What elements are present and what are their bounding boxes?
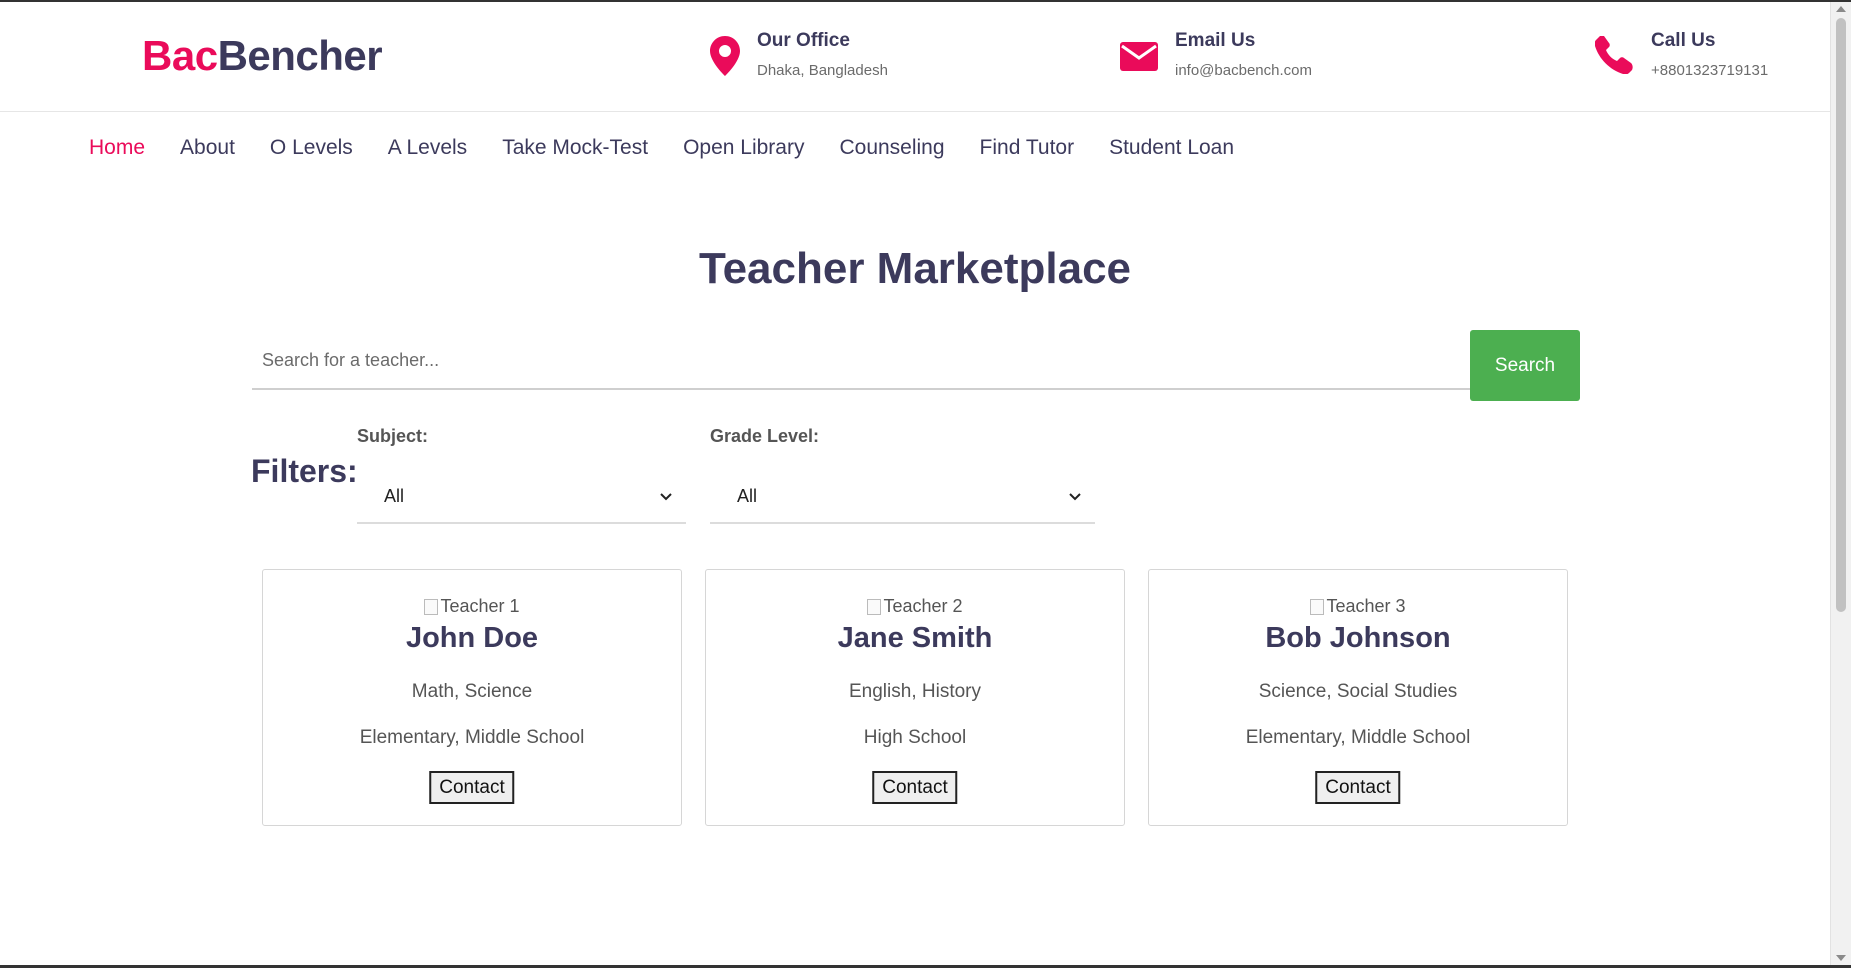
teacher-photo-alt: Teacher 2 — [883, 596, 963, 616]
email-value[interactable]: info@bacbench.com — [1175, 62, 1312, 79]
teacher-grades: Elementary, Middle School — [359, 727, 585, 748]
teacher-photo-alt: Teacher 1 — [440, 596, 520, 616]
page-title: Teacher Marketplace — [698, 244, 1132, 293]
broken-image-icon — [1310, 598, 1325, 615]
scroll-down-arrow-icon[interactable] — [1836, 955, 1846, 961]
subject-filter-label: Subject: — [357, 426, 429, 446]
nav-item-o-levels[interactable]: O Levels — [270, 136, 353, 160]
contact-button[interactable]: Contact — [1315, 771, 1401, 804]
teacher-card: Teacher 1 John Doe Math, Science Element… — [262, 569, 682, 826]
teacher-photo: Teacher 3 — [1149, 596, 1567, 617]
chevron-down-icon — [1069, 488, 1081, 506]
search-input[interactable] — [252, 332, 1470, 390]
scroll-up-arrow-icon[interactable] — [1836, 6, 1846, 12]
teacher-grades: High School — [863, 727, 967, 748]
subject-select-value: All — [384, 486, 405, 506]
envelope-icon — [1120, 42, 1158, 76]
search-button[interactable]: Search — [1470, 330, 1580, 401]
teacher-photo: Teacher 2 — [706, 596, 1124, 617]
subject-select[interactable]: All — [357, 464, 686, 524]
teacher-name: Bob Johnson — [1265, 622, 1451, 654]
nav-item-find-tutor[interactable]: Find Tutor — [980, 136, 1075, 160]
call-title: Call Us — [1651, 30, 1716, 51]
phone-icon — [1594, 35, 1633, 79]
scrollbar-thumb[interactable] — [1836, 18, 1846, 612]
call-value[interactable]: +8801323719131 — [1651, 62, 1768, 79]
brand-logo-part2: Bencher — [217, 32, 383, 79]
brand-logo-part1: Bac — [142, 32, 218, 79]
teacher-grades: Elementary, Middle School — [1245, 727, 1471, 748]
brand-logo[interactable]: BacBencher — [142, 32, 383, 80]
filters-heading: Filters: — [251, 453, 358, 489]
teacher-card: Teacher 3 Bob Johnson Science, Social St… — [1148, 569, 1568, 826]
nav-item-a-levels[interactable]: A Levels — [388, 136, 467, 160]
teacher-name: John Doe — [405, 622, 539, 654]
office-value: Dhaka, Bangladesh — [757, 62, 888, 79]
teacher-card: Teacher 2 Jane Smith English, History Hi… — [705, 569, 1125, 826]
nav-item-open-library[interactable]: Open Library — [683, 136, 804, 160]
nav-item-home[interactable]: Home — [89, 136, 145, 160]
nav-item-take-mock-test[interactable]: Take Mock-Test — [502, 136, 648, 160]
vertical-scrollbar[interactable] — [1830, 2, 1851, 965]
grade-select[interactable]: All — [710, 464, 1095, 524]
email-title: Email Us — [1175, 30, 1256, 51]
grade-filter-label: Grade Level: — [710, 426, 820, 446]
teacher-name: Jane Smith — [837, 622, 993, 654]
nav-item-about[interactable]: About — [180, 136, 235, 160]
contact-button[interactable]: Contact — [429, 771, 515, 804]
site-header: BacBencher Our Office Dhaka, Bangladesh … — [0, 2, 1830, 112]
nav-item-student-loan[interactable]: Student Loan — [1109, 136, 1234, 160]
grade-select-value: All — [737, 486, 758, 506]
chevron-down-icon — [660, 488, 672, 506]
broken-image-icon — [424, 598, 439, 615]
office-title: Our Office — [757, 30, 850, 51]
broken-image-icon — [867, 598, 882, 615]
teacher-photo-alt: Teacher 3 — [1326, 596, 1406, 616]
teacher-subjects: Science, Social Studies — [1258, 681, 1458, 702]
teacher-subjects: English, History — [849, 681, 981, 702]
main-nav: Home About O Levels A Levels Take Mock-T… — [89, 136, 1234, 160]
teacher-subjects: Math, Science — [411, 681, 533, 702]
contact-button[interactable]: Contact — [872, 771, 958, 804]
location-pin-icon — [710, 36, 740, 81]
nav-item-counseling[interactable]: Counseling — [839, 136, 944, 160]
teacher-photo: Teacher 1 — [263, 596, 681, 617]
